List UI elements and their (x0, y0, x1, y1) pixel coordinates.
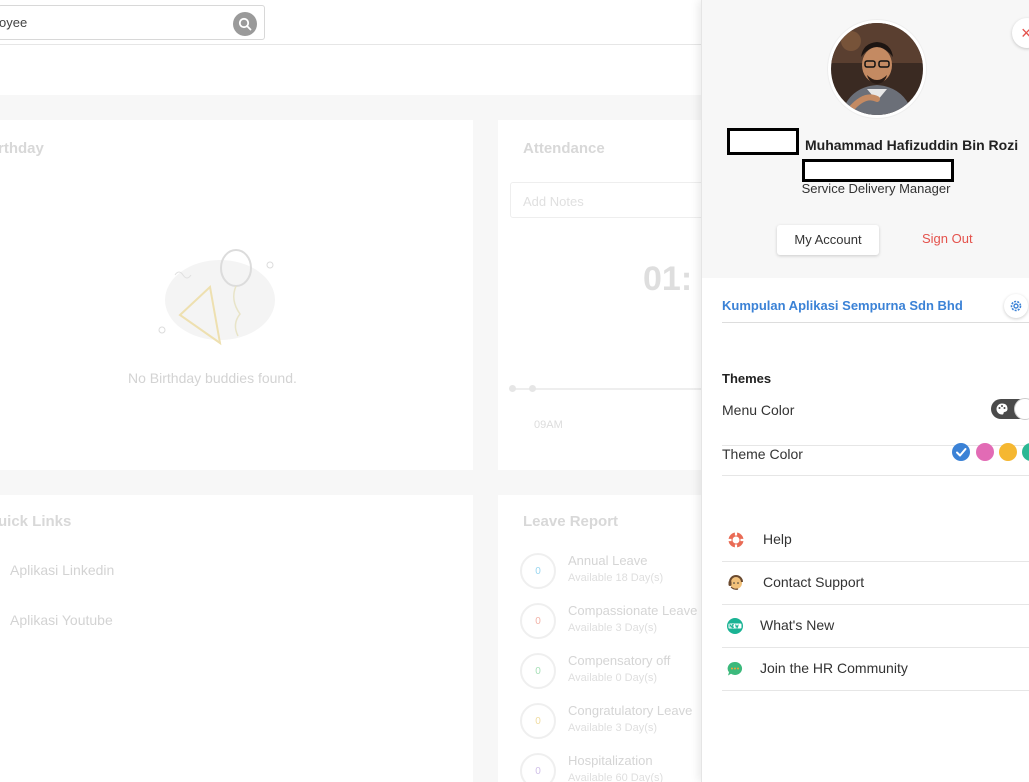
check-icon (956, 448, 967, 457)
birthday-empty-message: No Birthday buddies found. (128, 370, 297, 386)
leave-type: Compensatory off (568, 653, 671, 668)
lifebuoy-icon (728, 532, 744, 548)
theme-swatch-green[interactable] (1022, 443, 1029, 461)
menu-color-row: Menu Color (722, 398, 1029, 446)
quick-link-linkedin[interactable]: Aplikasi Linkedin (10, 562, 114, 578)
theme-color-row: Theme Color (722, 443, 1029, 476)
add-notes-placeholder: Add Notes (523, 194, 584, 209)
search-input[interactable]: oyee (0, 15, 27, 30)
balloon-illustration-icon (158, 249, 275, 346)
company-settings-button[interactable] (1004, 294, 1028, 318)
menu-item-contact-support[interactable]: Contact Support (722, 562, 1029, 605)
menu-item-label: Join the HR Community (760, 660, 908, 676)
timeline-time-label: 09AM (534, 419, 563, 431)
quick-links-title: uick Links (0, 513, 72, 530)
profile-panel: Muhammad Hafizuddin Bin Rozi Service Del… (701, 0, 1029, 782)
redacted-box (727, 128, 799, 155)
leave-type: Compassionate Leave (568, 603, 698, 618)
leave-count: 0 (520, 603, 556, 639)
leave-available: Available 3 Day(s) (568, 722, 658, 734)
search-icon (238, 17, 252, 31)
new-badge-icon (727, 618, 743, 634)
leave-available: Available 3 Day(s) (568, 622, 658, 634)
chat-bubble-icon (727, 661, 743, 676)
sign-out-link[interactable]: Sign Out (922, 231, 973, 246)
leave-available: Available 60 Day(s) (568, 772, 664, 782)
palette-icon (996, 403, 1008, 415)
timeline-dot (529, 385, 536, 392)
menu-color-toggle[interactable] (991, 398, 1029, 420)
company-underline (722, 322, 1029, 323)
user-photo-icon (831, 23, 923, 115)
avatar (828, 20, 926, 118)
menu-item-help[interactable]: Help (722, 519, 1029, 562)
company-selector[interactable]: Kumpulan Aplikasi Sempurna Sdn Bhd (702, 279, 1029, 335)
leave-count: 0 (520, 703, 556, 739)
leave-available: Available 18 Day(s) (568, 572, 664, 584)
theme-swatch-yellow[interactable] (999, 443, 1017, 461)
gear-icon (1010, 300, 1022, 312)
theme-swatch-blue[interactable] (952, 443, 970, 461)
timeline-dot (509, 385, 516, 392)
user-name: Muhammad Hafizuddin Bin Rozi (805, 137, 1019, 153)
birthday-card: rthday No Birthday buddies found. (0, 120, 473, 470)
employee-search-box[interactable]: oyee (0, 5, 265, 40)
leave-type: Congratulatory Leave (568, 703, 693, 718)
leave-type: Hospitalization (568, 753, 653, 768)
leave-type: Annual Leave (568, 553, 648, 568)
leave-count: 0 (520, 553, 556, 589)
leave-count: 0 (520, 653, 556, 689)
themes-heading: Themes (722, 371, 772, 386)
profile-header: Muhammad Hafizuddin Bin Rozi Service Del… (702, 0, 1029, 278)
menu-color-label: Menu Color (722, 402, 795, 418)
search-button[interactable] (233, 12, 257, 36)
menu-item-label: Help (763, 531, 792, 547)
menu-item-hr-community[interactable]: Join the HR Community (722, 648, 1029, 691)
menu-item-whats-new[interactable]: What's New (722, 605, 1029, 648)
quick-links-card: uick Links Aplikasi Linkedin Aplikasi Yo… (0, 495, 473, 782)
attendance-title: Attendance (523, 140, 605, 157)
support-agent-icon (728, 575, 743, 590)
menu-item-label: What's New (760, 617, 835, 633)
quick-link-youtube[interactable]: Aplikasi Youtube (10, 612, 113, 628)
theme-color-label: Theme Color (722, 446, 803, 462)
theme-swatch-pink[interactable] (976, 443, 994, 461)
toggle-knob (1014, 398, 1029, 420)
leave-available: Available 0 Day(s) (568, 672, 658, 684)
leave-count: 0 (520, 753, 556, 782)
birthday-title: rthday (0, 140, 44, 157)
redacted-box (802, 159, 954, 182)
leave-report-title: Leave Report (523, 513, 619, 530)
my-account-button[interactable]: My Account (777, 225, 879, 255)
attendance-timeline (510, 388, 710, 390)
user-role: Service Delivery Manager (801, 181, 951, 196)
attendance-clock: 01: (643, 260, 693, 298)
menu-item-label: Contact Support (763, 574, 865, 590)
company-name[interactable]: Kumpulan Aplikasi Sempurna Sdn Bhd (722, 298, 963, 313)
